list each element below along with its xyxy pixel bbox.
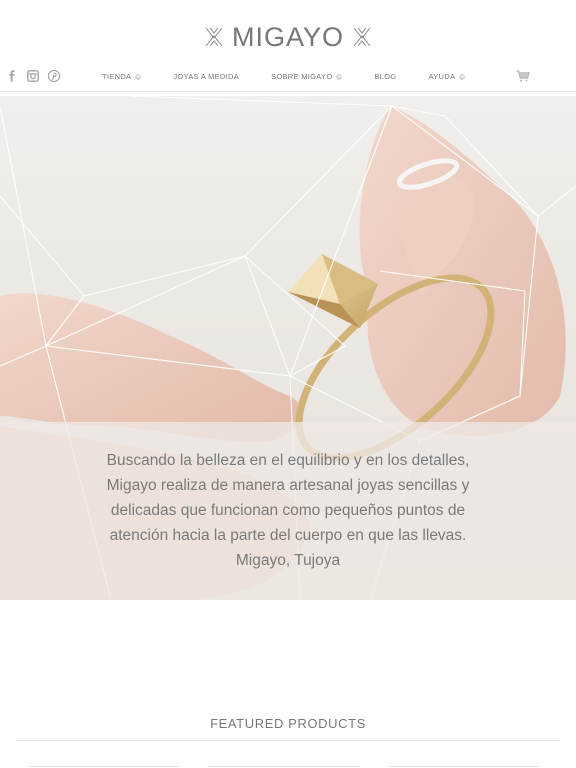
hero-signature: Migayo, Tujoya (235, 552, 341, 569)
nav-item-blog[interactable]: BLOG (374, 72, 396, 81)
product-card-border (28, 766, 180, 767)
nav-item-label: TIENDA (102, 72, 132, 81)
nav-item-joyas-a-medida[interactable]: JOYAS A MEDIDA (173, 72, 239, 81)
hero-banner: Buscando la belleza en el equilibrio y e… (0, 96, 576, 600)
featured-products-title: FEATURED PRODUCTS (210, 716, 366, 731)
site-logo[interactable]: MIGAYO (0, 20, 576, 54)
facebook-icon[interactable] (6, 69, 18, 82)
shopping-cart-icon[interactable] (516, 70, 530, 82)
nav-item-tienda[interactable]: TIENDA (102, 72, 142, 81)
hero-line: atención hacia la parte del cuerpo en qu… (109, 527, 467, 544)
nav-item-sobre-migayo[interactable]: SOBRE MIGAYO (271, 72, 343, 81)
product-card-border (388, 766, 540, 767)
social-links (6, 69, 61, 83)
product-card-border (208, 766, 360, 767)
section-divider (16, 740, 560, 741)
hero-line: Migayo realiza de manera artesanal joyas… (106, 477, 470, 494)
submenu-plus-icon (135, 73, 142, 80)
nav-item-label: SOBRE MIGAYO (271, 72, 333, 81)
nav-item-label: JOYAS A MEDIDA (173, 72, 240, 81)
logo-right-mark-icon (353, 27, 371, 47)
main-menu: TIENDA JOYAS A MEDIDA SOBRE MIGAYO BLOG … (102, 72, 497, 81)
logo-left-mark-icon (205, 27, 223, 47)
instagram-icon[interactable] (27, 69, 39, 82)
hero-tagline: Buscando la belleza en el equilibrio y e… (0, 448, 576, 573)
submenu-plus-icon (336, 73, 343, 80)
submenu-plus-icon (459, 73, 466, 80)
hero-line: Buscando la belleza en el equilibrio y e… (106, 452, 470, 469)
pinterest-icon[interactable] (47, 69, 61, 83)
nav-item-label: BLOG (374, 72, 397, 81)
hero-line: delicadas que funcionan como pequeños pu… (110, 502, 466, 519)
brand-name: MIGAYO (231, 21, 344, 52)
nav-item-label: AYUDA (428, 72, 456, 81)
main-navbar: TIENDA JOYAS A MEDIDA SOBRE MIGAYO BLOG … (0, 64, 576, 92)
nav-item-ayuda[interactable]: AYUDA (429, 72, 466, 81)
